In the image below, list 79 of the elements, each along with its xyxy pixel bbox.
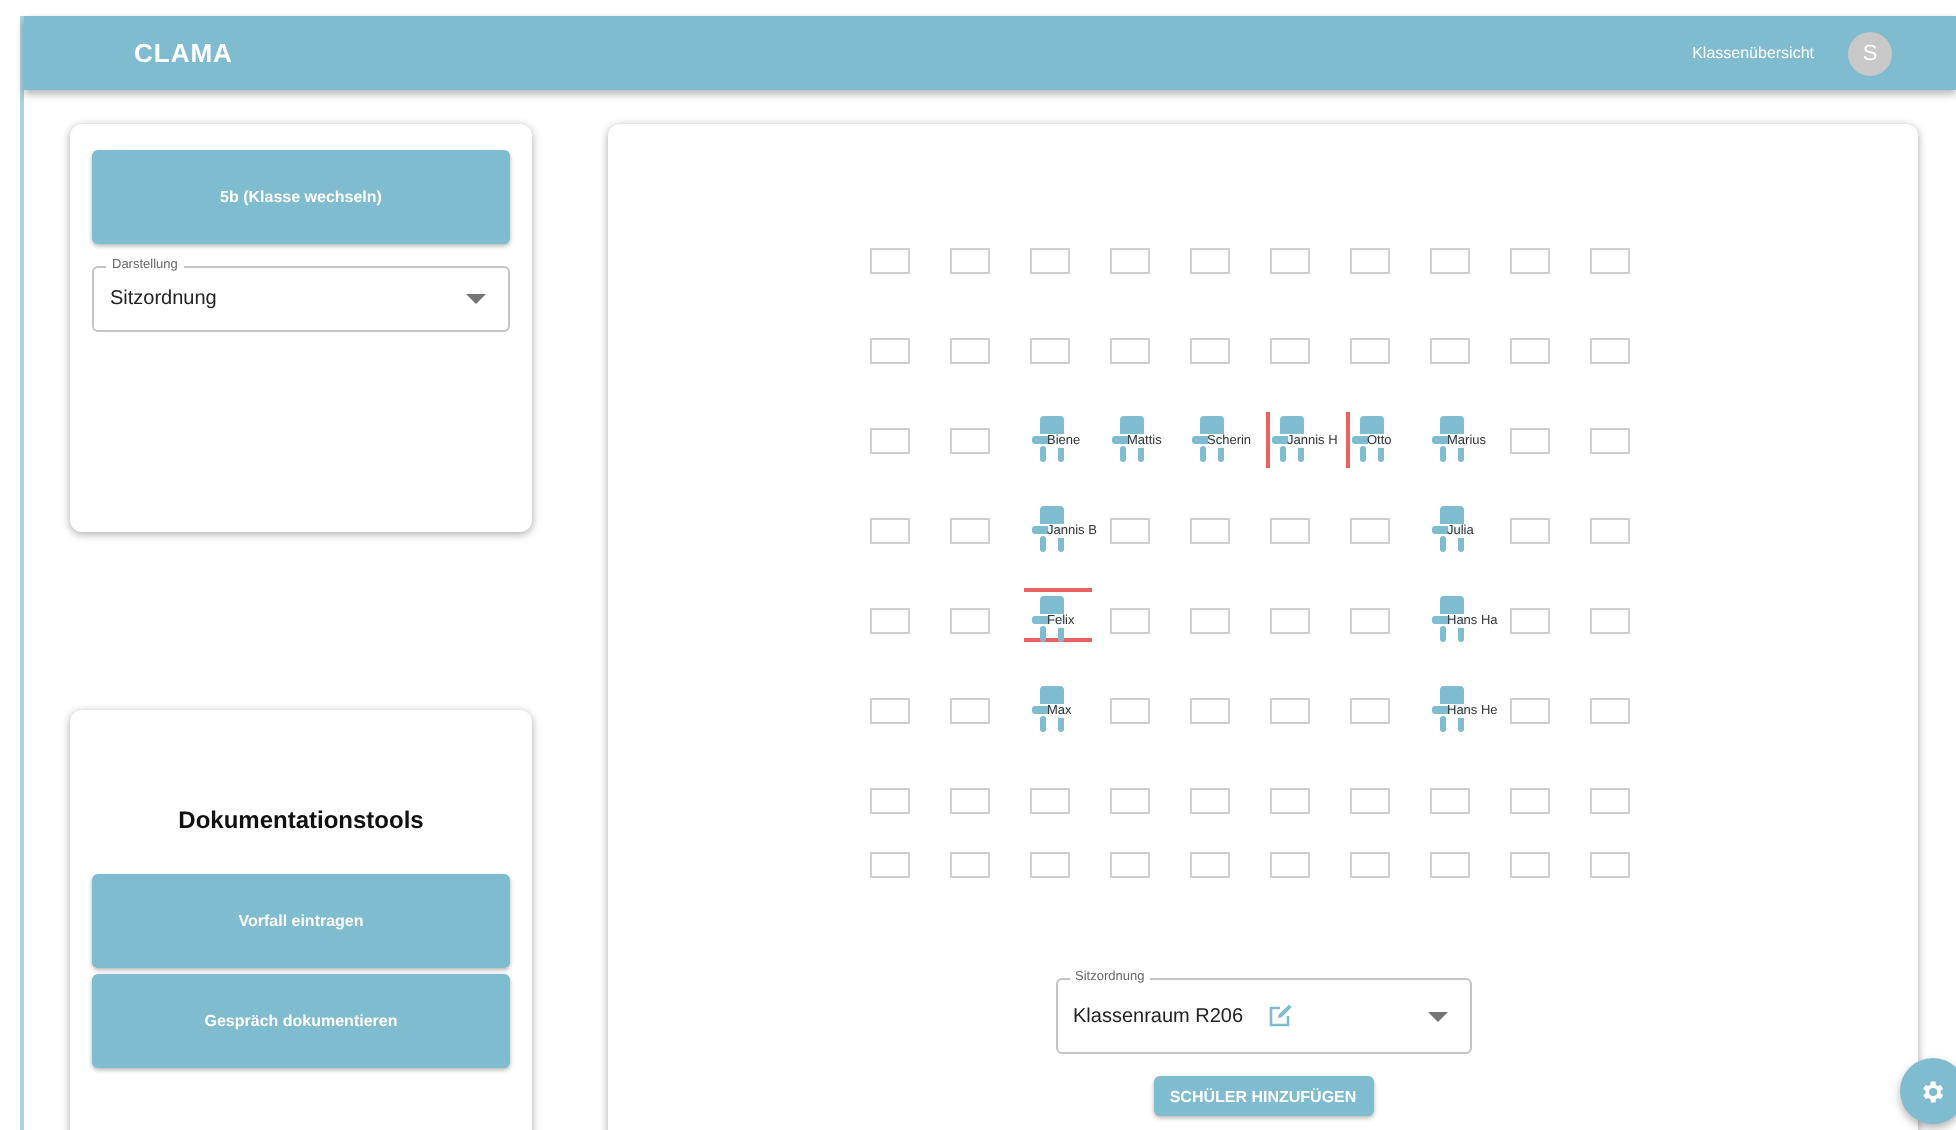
empty-desk[interactable] [1349, 788, 1389, 814]
empty-desk[interactable] [1429, 788, 1469, 814]
empty-desk[interactable] [1509, 698, 1549, 724]
empty-desk[interactable] [1429, 338, 1469, 364]
empty-desk[interactable] [1189, 248, 1229, 274]
empty-desk[interactable] [1029, 338, 1069, 364]
empty-desk[interactable] [1509, 428, 1549, 454]
edit-icon[interactable] [1267, 1004, 1292, 1028]
empty-desk[interactable] [949, 518, 989, 544]
empty-desk[interactable] [1589, 608, 1629, 634]
empty-desk[interactable] [1269, 608, 1309, 634]
add-student-button[interactable]: SCHÜLER HINZUFÜGEN [1153, 1076, 1373, 1116]
empty-desk[interactable] [1189, 852, 1229, 878]
empty-desk[interactable] [1269, 852, 1309, 878]
empty-desk[interactable] [1349, 608, 1389, 634]
empty-desk[interactable] [1109, 852, 1149, 878]
empty-desk[interactable] [1509, 518, 1549, 544]
empty-desk[interactable] [1269, 338, 1309, 364]
empty-desk[interactable] [869, 518, 909, 544]
empty-desk[interactable] [1349, 338, 1389, 364]
settings-icon [1918, 1077, 1946, 1105]
nav-link[interactable]: Klassenübersicht [1692, 44, 1814, 62]
empty-desk[interactable] [869, 338, 909, 364]
empty-desk[interactable] [1429, 248, 1469, 274]
empty-desk[interactable] [1269, 698, 1309, 724]
empty-desk[interactable] [1589, 698, 1629, 724]
empty-desk[interactable] [1589, 248, 1629, 274]
empty-desk[interactable] [1589, 428, 1629, 454]
empty-desk[interactable] [1109, 248, 1149, 274]
empty-desk[interactable] [1349, 698, 1389, 724]
empty-desk[interactable] [1269, 788, 1309, 814]
empty-desk[interactable] [1109, 698, 1149, 724]
empty-desk[interactable] [949, 338, 989, 364]
empty-desk[interactable] [1589, 518, 1629, 544]
empty-desk[interactable] [869, 608, 909, 634]
empty-desk[interactable] [1189, 698, 1229, 724]
empty-desk[interactable] [1109, 608, 1149, 634]
tool-button[interactable]: Vorfall eintragen [92, 874, 510, 968]
empty-desk[interactable] [1509, 608, 1549, 634]
class-switch-button[interactable]: 5b (Klasse wechseln) [92, 150, 510, 244]
empty-desk[interactable] [949, 788, 989, 814]
empty-desk[interactable] [1349, 852, 1389, 878]
empty-desk[interactable] [949, 852, 989, 878]
empty-desk[interactable] [1109, 518, 1149, 544]
empty-desk[interactable] [1269, 248, 1309, 274]
empty-desk[interactable] [1109, 338, 1149, 364]
empty-desk[interactable] [1509, 248, 1549, 274]
empty-desk[interactable] [949, 248, 989, 274]
tool-button[interactable]: Gespräch dokumentieren [92, 974, 510, 1068]
dropdown-caret-icon [466, 294, 486, 304]
empty-desk[interactable] [1589, 338, 1629, 364]
dropdown-caret-icon [1427, 1011, 1447, 1021]
empty-desk[interactable] [869, 698, 909, 724]
empty-desk[interactable] [1029, 852, 1069, 878]
empty-desk[interactable] [1109, 788, 1149, 814]
empty-desk[interactable] [1509, 788, 1549, 814]
empty-desk[interactable] [1189, 608, 1229, 634]
empty-desk[interactable] [869, 788, 909, 814]
empty-desk[interactable] [869, 248, 909, 274]
empty-desk[interactable] [1589, 852, 1629, 878]
empty-desk[interactable] [949, 698, 989, 724]
empty-desk[interactable] [1029, 788, 1069, 814]
empty-desk[interactable] [1269, 518, 1309, 544]
empty-desk[interactable] [1429, 852, 1469, 878]
empty-desk[interactable] [1509, 852, 1549, 878]
empty-desk[interactable] [1189, 338, 1229, 364]
empty-desk[interactable] [949, 428, 989, 454]
empty-desk[interactable] [1189, 788, 1229, 814]
app-title: CLAMA [134, 38, 235, 68]
empty-desk[interactable] [869, 428, 909, 454]
empty-desk[interactable] [1589, 788, 1629, 814]
empty-desk[interactable] [1349, 518, 1389, 544]
empty-desk[interactable] [1509, 338, 1549, 364]
empty-desk[interactable] [949, 608, 989, 634]
empty-desk[interactable] [869, 852, 909, 878]
tools-heading: Dokumentationstools [176, 806, 426, 834]
empty-desk[interactable] [1029, 248, 1069, 274]
empty-desk[interactable] [1349, 248, 1389, 274]
empty-desk[interactable] [1189, 518, 1229, 544]
